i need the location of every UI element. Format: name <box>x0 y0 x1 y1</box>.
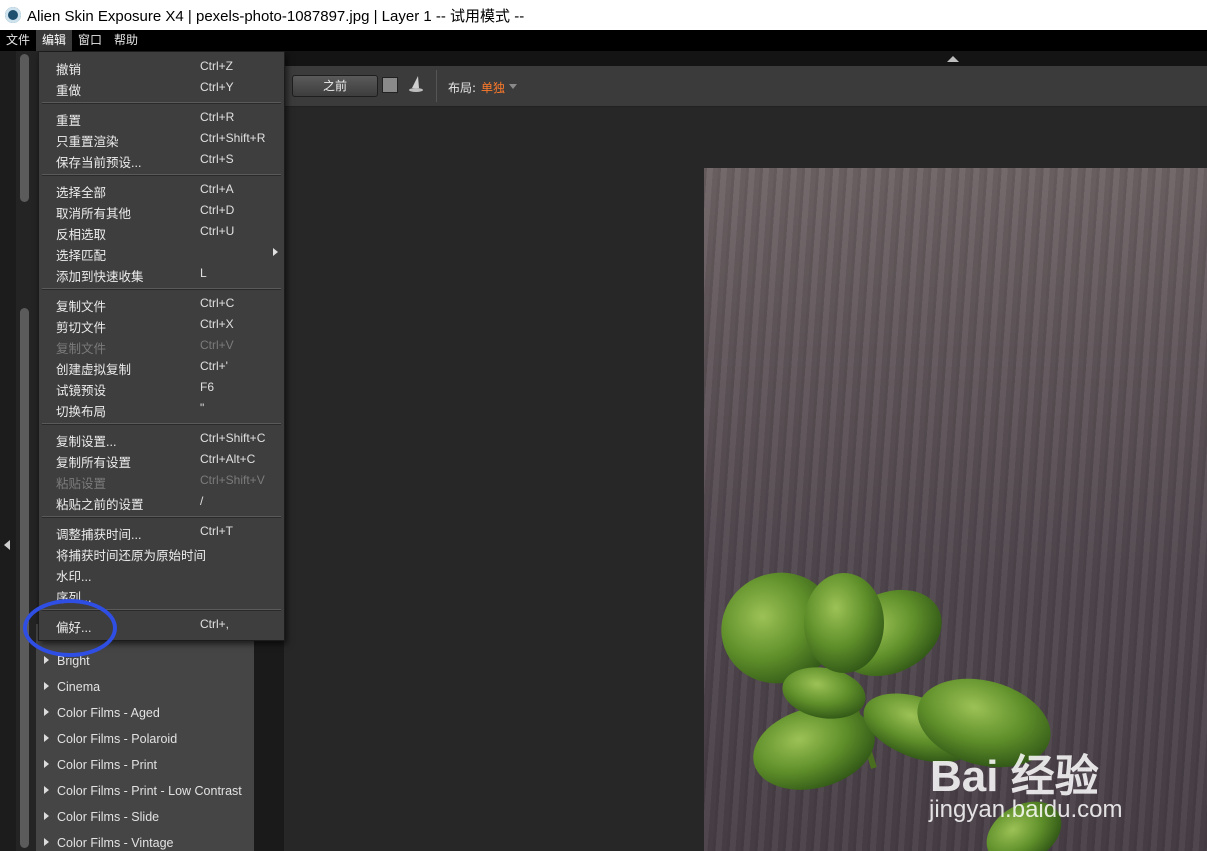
upper-panel-scrollbar[interactable] <box>20 54 29 202</box>
app-logo-icon <box>5 7 21 23</box>
expand-arrow-icon <box>44 682 49 690</box>
menu-item-deselect-others[interactable]: 取消所有其他 Ctrl+D <box>39 200 284 221</box>
expand-arrow-icon <box>44 760 49 768</box>
layout-label: 布局: <box>448 81 477 95</box>
watermark-url: jingyan.baidu.com <box>929 796 1123 823</box>
menu-item-invert-selection[interactable]: 反相选取 Ctrl+U <box>39 221 284 242</box>
menu-item-reset[interactable]: 重置 Ctrl+R <box>39 107 284 128</box>
expand-arrow-icon <box>44 656 49 664</box>
menu-help[interactable]: 帮助 <box>108 30 144 51</box>
baidu-watermark: Bai 经验 <box>930 752 1099 801</box>
menu-item-create-virtual-copy[interactable]: 创建虚拟复制 Ctrl+' <box>39 356 284 377</box>
menu-item-select-matching[interactable]: 选择匹配 <box>39 242 284 263</box>
menu-item-adjust-capture-time[interactable]: 调整捕获时间... Ctrl+T <box>39 521 284 542</box>
menu-separator <box>42 174 281 176</box>
preset-item-color-films-print[interactable]: Color Films - Print <box>44 758 157 772</box>
toolbar-divider <box>436 70 437 102</box>
menu-item-paste-settings: 粘贴设置 Ctrl+Shift+V <box>56 473 265 491</box>
preset-item-color-films-vintage[interactable]: Color Films - Vintage <box>44 836 173 850</box>
expand-arrow-icon <box>44 812 49 820</box>
expand-arrow-icon <box>44 708 49 716</box>
window-title: Alien Skin Exposure X4 | pexels-photo-10… <box>27 7 525 25</box>
preset-item-color-films-slide[interactable]: Color Films - Slide <box>44 810 159 824</box>
panel-divider <box>254 624 284 851</box>
menu-item-select-all[interactable]: 选择全部 Ctrl+A <box>39 179 284 200</box>
menu-separator <box>42 423 281 425</box>
menu-item-undo[interactable]: 撤销 Ctrl+Z <box>39 56 284 77</box>
before-button[interactable]: 之前 <box>292 75 378 97</box>
menu-item-revert-capture-time[interactable]: 将捕获时间还原为原始时间 <box>39 542 284 563</box>
menu-item-paste-file: 复制文件 Ctrl+V <box>56 338 234 356</box>
menu-item-copy-settings[interactable]: 复制设置... Ctrl+Shift+C <box>39 428 284 449</box>
preset-item-color-films-polaroid[interactable]: Color Films - Polaroid <box>44 732 177 746</box>
view-toolbar: 之前 布局: 单独 <box>284 66 1207 107</box>
menu-item-paste-previous-settings[interactable]: 粘贴之前的设置 / <box>39 491 284 512</box>
preset-item-color-films-aged[interactable]: Color Films - Aged <box>44 706 160 720</box>
expand-arrow-icon <box>44 838 49 846</box>
menu-item-redo[interactable]: 重做 Ctrl+Y <box>39 77 284 98</box>
submenu-arrow-icon <box>273 248 278 256</box>
soft-proof-icon[interactable] <box>408 75 424 93</box>
menu-separator <box>42 288 281 290</box>
menu-separator <box>42 102 281 104</box>
menu-item-audition-presets[interactable]: 试镜预设 F6 <box>39 377 284 398</box>
collapse-left-panel-icon[interactable] <box>4 540 10 550</box>
menubar: 文件 编辑 窗口 帮助 <box>0 30 1207 51</box>
menu-item-cut-file[interactable]: 剪切文件 Ctrl+X <box>39 314 284 335</box>
expand-arrow-icon <box>44 786 49 794</box>
menu-item-toggle-layout[interactable]: 切换布局 " <box>39 398 284 419</box>
preset-item-color-films-print-low-contrast[interactable]: Color Films - Print - Low Contrast <box>44 784 242 798</box>
chevron-down-icon[interactable] <box>509 84 517 89</box>
menu-item-copy-file[interactable]: 复制文件 Ctrl+C <box>39 293 284 314</box>
expand-arrow-icon <box>44 734 49 742</box>
menu-item-copy-all-settings[interactable]: 复制所有设置 Ctrl+Alt+C <box>39 449 284 470</box>
photo-preview[interactable]: Bai 经验 jingyan.baidu.com <box>704 168 1207 851</box>
compare-square-icon[interactable] <box>382 77 398 93</box>
menu-edit[interactable]: 编辑 <box>36 30 73 51</box>
layout-select[interactable]: 单独 <box>481 79 505 96</box>
preset-item-cinema[interactable]: Cinema <box>44 680 100 694</box>
window-titlebar: Alien Skin Exposure X4 | pexels-photo-10… <box>0 0 1207 30</box>
menu-file[interactable]: 文件 <box>0 30 36 51</box>
left-collapse-strip[interactable] <box>0 51 16 851</box>
menu-item-save-preset[interactable]: 保存当前预设... Ctrl+S <box>39 149 284 170</box>
menu-item-watermark[interactable]: 水印... <box>39 563 284 584</box>
annotation-highlight-ring <box>23 599 117 657</box>
edit-menu-dropdown: 撤销 Ctrl+Z 重做 Ctrl+Y 重置 Ctrl+R 只重置渲染 Ctrl+Shi… <box>38 51 285 641</box>
preset-panel-scrollbar[interactable] <box>20 308 29 848</box>
collapse-top-icon[interactable] <box>947 56 959 62</box>
top-collapse-strip[interactable] <box>284 51 1207 66</box>
menu-item-reset-render[interactable]: 只重置渲染 Ctrl+Shift+R <box>39 128 284 149</box>
menu-separator <box>42 516 281 518</box>
menu-window[interactable]: 窗口 <box>72 30 108 51</box>
menu-item-add-quick-collection[interactable]: 添加到快速收集 L <box>39 263 284 284</box>
